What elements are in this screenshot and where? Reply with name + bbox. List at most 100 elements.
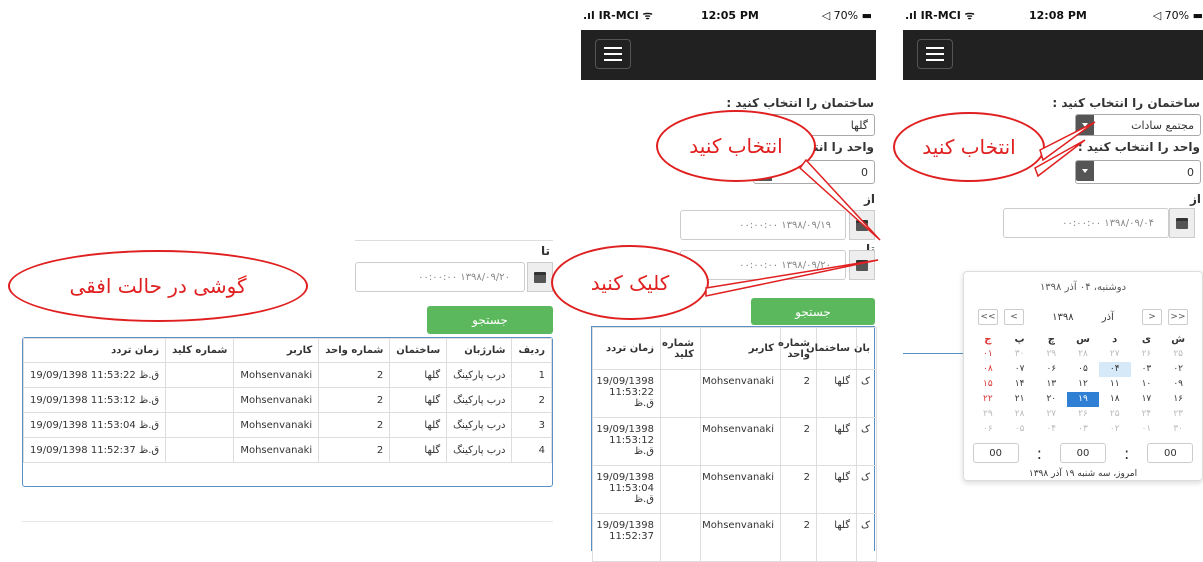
calendar-day[interactable]: ۰۶ bbox=[972, 422, 1004, 437]
landscape-to-date-field[interactable]: ۰۰:۰۰:۰۰ ۱۳۹۸/۰۹/۲۰ bbox=[355, 262, 525, 292]
prev-month-button[interactable]: < bbox=[1004, 309, 1024, 325]
time-seconds[interactable]: 00 bbox=[972, 443, 1019, 463]
phone1-from-date-field[interactable]: ۰۰:۰۰:۰۰ ۱۳۹۸/۰۹/۱۹ bbox=[680, 210, 846, 240]
calendar-day[interactable]: ۲۶ bbox=[1131, 347, 1163, 362]
calendar-day[interactable]: ۲۸ bbox=[1004, 407, 1036, 422]
calendar-day[interactable]: ۱۲ bbox=[1067, 377, 1099, 392]
table-row: ک گلها 2 Mohsenvanaki 19/09/1398 11:52:37 bbox=[592, 513, 877, 562]
calendar-day[interactable]: ۲۵ bbox=[1099, 407, 1131, 422]
calendar-day[interactable]: ۱۵ bbox=[972, 377, 1004, 392]
phone1-building-label: ساختمان را انتخاب کنید : bbox=[726, 96, 874, 110]
table-cell: درب پارکینگ bbox=[446, 387, 513, 413]
menu-icon[interactable] bbox=[917, 39, 953, 69]
table-cell: گلها bbox=[816, 417, 857, 466]
date-picker-year[interactable]: ۱۳۹۸ bbox=[1052, 312, 1073, 323]
calendar-day[interactable]: ۱۹ bbox=[1067, 392, 1099, 407]
next-year-button[interactable]: >> bbox=[1167, 309, 1188, 325]
phone2-building-select[interactable]: مجتمع سادات bbox=[1075, 114, 1201, 136]
weekday-label: س bbox=[1076, 334, 1090, 345]
table-cell: Mohsenvanaki bbox=[700, 417, 781, 466]
landscape-to-date[interactable]: ۰۰:۰۰:۰۰ ۱۳۹۸/۰۹/۲۰ bbox=[355, 262, 553, 292]
phone1-to-date[interactable]: ۰۰:۰۰:۰۰ ۱۳۹۸/۰۹/۲۰ bbox=[680, 250, 875, 280]
calendar-day[interactable]: ۰۴ bbox=[1098, 362, 1131, 377]
calendar-day[interactable]: ۲۸ bbox=[1067, 347, 1099, 362]
calendar-day[interactable]: ۱۳ bbox=[1035, 377, 1067, 392]
weekday-label: د bbox=[1112, 334, 1118, 345]
table-cell: Mohsenvanaki bbox=[233, 387, 320, 413]
calendar-day[interactable]: ۰۴ bbox=[1035, 422, 1067, 437]
table-cell bbox=[165, 387, 235, 413]
time-minutes[interactable]: 00 bbox=[1060, 443, 1106, 463]
phone2-from-date-field[interactable]: ۰۰:۰۰:۰۰ ۱۳۹۸/۰۹/۰۴ bbox=[1003, 208, 1169, 238]
phone1-search-button[interactable]: جستجو bbox=[751, 298, 875, 325]
calendar-day[interactable]: ۲۹ bbox=[972, 407, 1004, 422]
table-cell bbox=[165, 437, 235, 463]
phone2-from-date[interactable]: ۰۰:۰۰:۰۰ ۱۳۹۸/۰۹/۰۴ bbox=[1003, 208, 1195, 238]
table-cell: 2 bbox=[780, 417, 817, 466]
table-cell: گلها bbox=[389, 387, 448, 413]
chevron-down-icon bbox=[1076, 161, 1094, 181]
annotation-click-date-phone1: کلیک کنید bbox=[551, 245, 709, 320]
table-header: شماره واحد bbox=[318, 338, 391, 363]
calendar-day[interactable]: ۰۱ bbox=[972, 347, 1004, 362]
phone2-carrier: .ıl IR-MCI ᯤ bbox=[905, 8, 975, 22]
calendar-day[interactable]: ۲۴ bbox=[1131, 407, 1163, 422]
prev-year-button[interactable]: << bbox=[978, 309, 998, 325]
calendar-day[interactable]: ۱۸ bbox=[1099, 392, 1131, 407]
calendar-day[interactable]: ۰۲ bbox=[1099, 422, 1131, 437]
landscape-search-button[interactable]: جستجو bbox=[427, 306, 553, 334]
time-hours[interactable]: 00 bbox=[1147, 443, 1194, 463]
calendar-day[interactable]: ۳۰ bbox=[1004, 347, 1036, 362]
date-picker-footer[interactable]: امروز، سه شنبه ۱۹ آذر ۱۳۹۸ bbox=[964, 469, 1202, 479]
phone2-unit-value: 0 bbox=[1187, 165, 1194, 179]
table-cell: ق.ظ 11:53:04 19/09/1398 bbox=[22, 412, 167, 438]
calendar-day[interactable]: ۰۳ bbox=[1067, 422, 1099, 437]
date-picker-nav: << < ۱۳۹۸ آذر > >> bbox=[964, 302, 1202, 332]
table-cell: 2 bbox=[511, 387, 552, 413]
calendar-day[interactable]: ۰۵ bbox=[1067, 362, 1099, 377]
calendar-icon[interactable] bbox=[849, 250, 875, 280]
phone2-unit-select[interactable]: 0 bbox=[1075, 160, 1201, 184]
calendar-day[interactable]: ۰۳ bbox=[1131, 362, 1163, 377]
calendar-day[interactable]: ۰۹ bbox=[1162, 377, 1194, 392]
table-cell: 3 bbox=[511, 412, 552, 438]
calendar-day[interactable]: ۲۳ bbox=[1162, 407, 1194, 422]
calendar-icon[interactable] bbox=[849, 210, 875, 240]
next-month-button[interactable]: > bbox=[1141, 309, 1162, 325]
date-picker-month[interactable]: آذر bbox=[1102, 312, 1114, 323]
calendar-day[interactable]: ۱۶ bbox=[1162, 392, 1194, 407]
calendar-icon[interactable] bbox=[1169, 208, 1195, 238]
phone1-from-date[interactable]: ۰۰:۰۰:۰۰ ۱۳۹۸/۰۹/۱۹ bbox=[680, 210, 875, 240]
calendar-day[interactable]: ۱۷ bbox=[1131, 392, 1163, 407]
calendar-day[interactable]: ۲۰ bbox=[1035, 392, 1067, 407]
calendar-day[interactable]: ۱۰ bbox=[1131, 377, 1163, 392]
weekday-label: پ bbox=[1014, 334, 1025, 345]
calendar-day[interactable]: ۲۶ bbox=[1067, 407, 1099, 422]
calendar-day[interactable]: ۲۵ bbox=[1162, 347, 1194, 362]
table-cell bbox=[660, 465, 701, 514]
table-cell: 19/09/1398 11:52:37 bbox=[592, 513, 661, 562]
calendar-day[interactable]: ۰۲ bbox=[1162, 362, 1194, 377]
phone2-from-label: از bbox=[1189, 192, 1201, 206]
calendar-day[interactable]: ۲۷ bbox=[1035, 407, 1067, 422]
table-cell: Mohsenvanaki bbox=[700, 465, 781, 514]
calendar-day[interactable]: ۲۹ bbox=[1035, 347, 1067, 362]
calendar-day[interactable]: ۰۶ bbox=[1035, 362, 1067, 377]
phone1-time: 12:05 PM bbox=[701, 8, 759, 22]
calendar-day[interactable]: ۱۱ bbox=[1099, 377, 1131, 392]
calendar-day[interactable]: ۱۴ bbox=[1004, 377, 1036, 392]
menu-icon[interactable] bbox=[595, 39, 631, 69]
calendar-day[interactable]: ۲۷ bbox=[1099, 347, 1131, 362]
table-header: کاربر bbox=[700, 327, 781, 370]
table-cell: ک bbox=[856, 513, 877, 562]
calendar-day[interactable]: ۰۱ bbox=[1131, 422, 1163, 437]
time-picker: 00 : 00 : 00 bbox=[964, 443, 1202, 463]
calendar-day[interactable]: ۲۲ bbox=[972, 392, 1004, 407]
table-header: شارژبان bbox=[446, 338, 513, 363]
calendar-day[interactable]: ۳۰ bbox=[1162, 422, 1194, 437]
calendar-day[interactable]: ۰۷ bbox=[1004, 362, 1036, 377]
calendar-icon[interactable] bbox=[527, 262, 553, 292]
calendar-day[interactable]: ۰۸ bbox=[972, 362, 1004, 377]
calendar-day[interactable]: ۰۵ bbox=[1004, 422, 1036, 437]
calendar-day[interactable]: ۲۱ bbox=[1004, 392, 1036, 407]
